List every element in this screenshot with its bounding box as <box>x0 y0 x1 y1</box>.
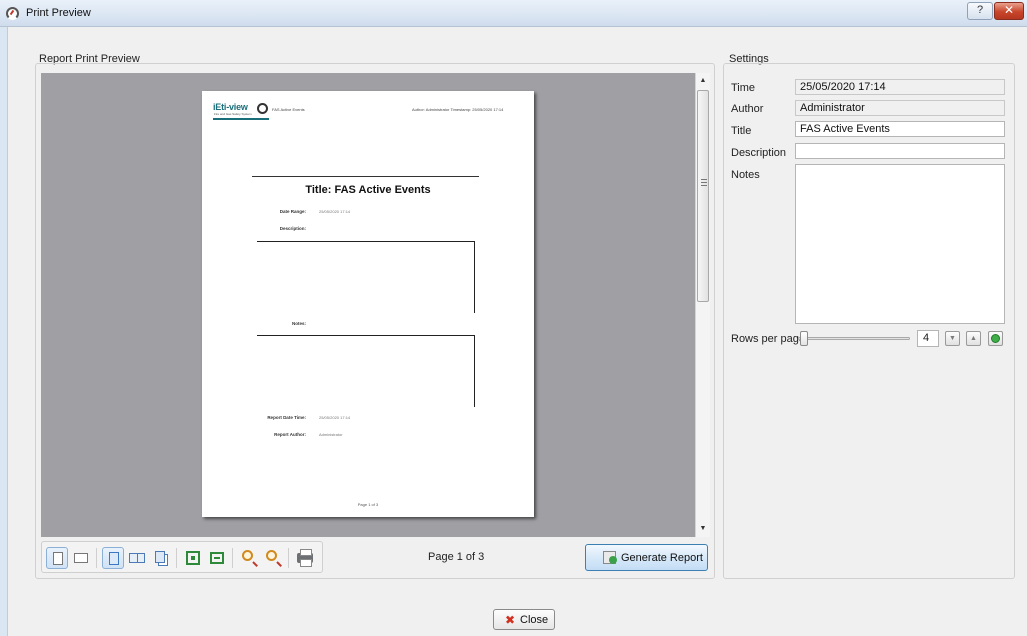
fit-page-button[interactable] <box>46 547 68 569</box>
author-label: Author <box>731 103 764 115</box>
zoom-in-icon <box>242 550 253 561</box>
report-datetime-value: 25/05/2020 17:14 <box>319 415 351 420</box>
description-label: Description: <box>279 226 306 231</box>
rows-slider-track[interactable] <box>798 337 910 340</box>
notes-box-top <box>257 335 475 336</box>
date-range-value: 25/05/2020 17:14 <box>319 209 351 214</box>
author-field: Administrator <box>795 100 1005 116</box>
all-pages-icon <box>155 551 165 563</box>
time-label: Time <box>731 82 756 94</box>
close-icon: ✖ <box>505 613 516 627</box>
preview-toolbar <box>41 541 323 573</box>
window-left-edge <box>0 27 8 636</box>
date-range-label: Date Range: <box>279 209 306 214</box>
close-button[interactable]: ✖ Close <box>493 609 555 630</box>
report-author-value: Administrator <box>319 432 343 437</box>
facing-pages-button[interactable] <box>126 547 148 569</box>
scroll-up-arrow-icon[interactable]: ▲ <box>698 76 708 86</box>
actual-size-icon <box>210 552 224 564</box>
fit-page-icon <box>53 552 63 565</box>
scroll-down-arrow-icon[interactable]: ▼ <box>698 524 708 534</box>
rows-per-page-input[interactable]: 4 <box>917 330 939 347</box>
page-footer: Page 1 of 3 <box>357 502 379 507</box>
notes-box-right <box>474 335 475 407</box>
generate-report-button[interactable]: Generate Report <box>585 544 708 571</box>
single-page-icon <box>109 552 119 565</box>
fit-width-icon <box>74 553 88 563</box>
page-indicator: Page 1 of 3 <box>428 551 485 563</box>
print-icon <box>297 549 313 567</box>
chevron-up-icon: ▲ <box>970 335 977 342</box>
fit-to-window-button[interactable] <box>182 547 204 569</box>
print-button[interactable] <box>294 547 316 569</box>
rows-decrement-button[interactable]: ▼ <box>945 331 960 346</box>
preview-vertical-scrollbar[interactable]: ▲ ▼ <box>695 73 710 537</box>
refresh-button[interactable] <box>988 331 1003 346</box>
rows-slider-thumb[interactable] <box>800 331 808 346</box>
single-page-button[interactable] <box>102 547 124 569</box>
title-label: Title <box>731 125 752 137</box>
page-header-title: FAS Active Events <box>272 107 305 112</box>
app-gauge-icon <box>6 7 19 20</box>
zoom-in-button[interactable] <box>238 547 260 569</box>
window-title: Print Preview <box>26 7 91 19</box>
company-logo: iEti-view Fire and Gas Safety System <box>213 102 271 124</box>
close-label: Close <box>520 614 549 626</box>
report-author-label: Report Author: <box>274 432 306 437</box>
fit-to-window-icon <box>186 551 200 565</box>
fit-width-button[interactable] <box>70 547 92 569</box>
rows-increment-button[interactable]: ▲ <box>966 331 981 346</box>
description-label: Description <box>731 147 787 159</box>
zoom-out-icon <box>266 550 277 561</box>
generate-report-label: Generate Report <box>621 552 703 564</box>
notes-label: Notes <box>731 169 760 181</box>
refresh-icon <box>991 334 1000 343</box>
zoom-out-button[interactable] <box>262 547 284 569</box>
scroll-thumb[interactable] <box>697 90 709 302</box>
help-button[interactable]: ? <box>967 2 993 20</box>
chevron-down-icon: ▼ <box>949 335 956 342</box>
actual-size-button[interactable] <box>206 547 228 569</box>
all-pages-button[interactable] <box>150 547 172 569</box>
report-title: Title: FAS Active Events <box>305 184 431 196</box>
description-box-right <box>474 241 475 313</box>
rows-per-page-label: Rows per page <box>731 333 805 345</box>
page-header-meta: Author: Administrator Timestamp: 25/05/2… <box>412 107 504 112</box>
window-close-button[interactable]: ✕ <box>994 2 1024 20</box>
title-bar: Print Preview ? ✕ <box>0 0 1027 27</box>
description-box-top <box>257 241 475 242</box>
title-rule <box>252 176 479 177</box>
description-field[interactable] <box>795 143 1005 159</box>
facing-pages-icon <box>129 553 145 563</box>
time-field: 25/05/2020 17:14 <box>795 79 1005 95</box>
preview-page: iEti-view Fire and Gas Safety System FAS… <box>202 91 534 517</box>
report-datetime-label: Report Date Time: <box>267 415 306 420</box>
notes-label: Notes: <box>291 321 306 326</box>
generate-report-icon <box>603 551 617 564</box>
notes-textarea[interactable] <box>795 164 1005 324</box>
title-field[interactable]: FAS Active Events <box>795 121 1005 137</box>
